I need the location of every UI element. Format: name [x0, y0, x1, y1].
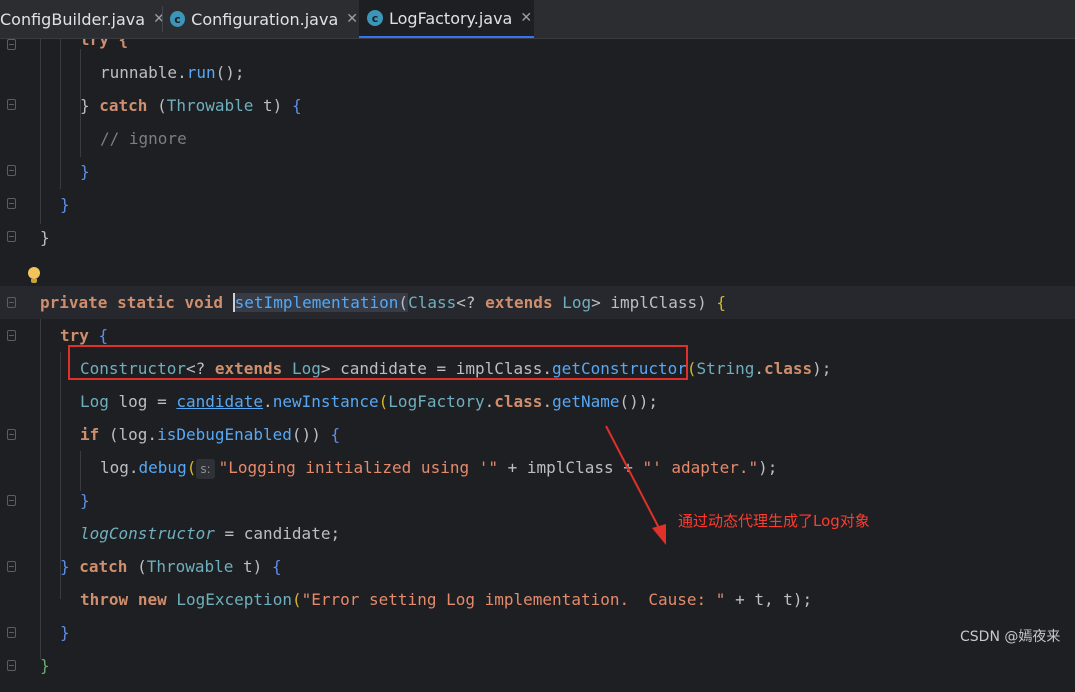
annotation-text: 通过动态代理生成了Log对象 — [678, 512, 870, 530]
watermark: CSDN @嫣夜来 — [960, 629, 1061, 645]
annotation-arrow — [605, 425, 666, 545]
